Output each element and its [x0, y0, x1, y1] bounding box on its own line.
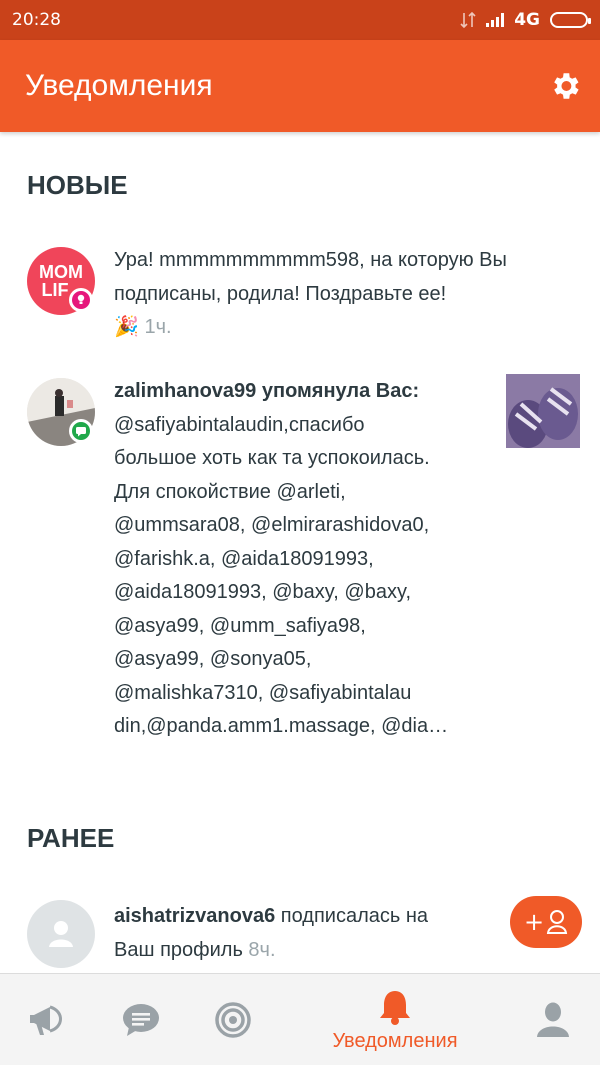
mention-body: @safiyabintalaudin,спасибо большое хоть …	[114, 409, 504, 744]
gear-icon[interactable]	[548, 69, 582, 103]
data-transfer-icon	[460, 11, 476, 29]
mention-line: @safiyabintalaudin,спасибо	[114, 413, 365, 436]
mention-line: din,@panda.amm1.massage, @dia…	[114, 715, 449, 737]
page-title: Уведомления	[25, 69, 213, 102]
notification-text: Ура! mmmmmmmmmm598, на которую Вы подпис…	[114, 244, 564, 345]
profile-icon	[537, 1002, 569, 1037]
notification-item[interactable]: zalimhanova99 упомянула Вас: @safiyabint…	[27, 374, 582, 746]
lightbulb-badge-icon	[69, 288, 93, 312]
notification-message: Ура! mmmmmmmmmm598, на которую Вы подпис…	[114, 249, 507, 305]
app-bar: Уведомления	[0, 40, 600, 132]
mention-line: @asya99, @sonya05,	[114, 648, 312, 670]
follow-back-button[interactable]: +	[510, 896, 582, 948]
notification-item[interactable]: MOM LIF Ура! mmmmmmmmmm598, на которую В…	[27, 244, 582, 344]
signal-icon	[486, 13, 505, 27]
bottom-nav: Уведомления	[0, 973, 600, 1065]
status-time: 20:28	[12, 10, 61, 30]
nav-item-notifications[interactable]: Уведомления	[310, 974, 480, 1065]
notification-action: упомянула Вас:	[261, 380, 420, 402]
notification-text: zalimhanova99 упомянула Вас: @safiyabint…	[114, 375, 504, 744]
party-icon: 🎉	[114, 316, 139, 338]
comment-badge-icon	[69, 419, 93, 443]
mention-line: @asya99, @umm_safiya98,	[114, 614, 366, 637]
notification-time: 8ч.	[248, 938, 276, 961]
nav-item-events[interactable]	[20, 974, 76, 1065]
nav-item-discover[interactable]	[205, 974, 261, 1065]
status-icons: 4G	[460, 10, 591, 30]
bell-icon	[380, 990, 410, 1025]
avatar-logo-text-2: LIF	[41, 280, 69, 300]
network-type: 4G	[514, 10, 540, 30]
mention-line: @malishka7310, @safiyabintalau	[114, 681, 412, 704]
target-icon	[215, 1002, 251, 1038]
megaphone-icon	[30, 1005, 62, 1035]
avatar-placeholder	[27, 900, 95, 968]
status-bar: 20:28 4G	[0, 0, 600, 40]
user-silhouette-icon	[49, 921, 73, 947]
chat-icon	[123, 1004, 159, 1036]
notification-text: aishatrizvanova6 подписалась на Ваш проф…	[114, 900, 494, 967]
mention-line: @aida18091993, @baxy, @baxy,	[114, 581, 412, 603]
notification-item[interactable]: aishatrizvanova6 подписалась на Ваш проф…	[27, 896, 582, 972]
nav-item-messages[interactable]	[113, 974, 169, 1065]
section-title-earlier: РАНЕЕ	[27, 823, 115, 853]
nav-label-notifications: Уведомления	[332, 1029, 458, 1052]
avatar-logo-text-1: MOM	[39, 262, 83, 282]
mention-line: большое хоть как та успокоилась.	[114, 447, 430, 469]
follow-plus-label: +	[523, 908, 545, 936]
mention-line: Для спокойствие @arleti,	[114, 480, 346, 503]
mention-line: @farishk.a, @aida18091993,	[114, 547, 374, 570]
add-user-icon	[546, 910, 568, 934]
notification-username[interactable]: aishatrizvanova6	[114, 905, 275, 927]
notification-username[interactable]: zalimhanova99	[114, 380, 256, 402]
notification-time: 1ч.	[144, 316, 172, 338]
section-title-new: НОВЫЕ	[27, 170, 128, 200]
notification-action-2: Ваш профиль	[114, 938, 243, 961]
mention-line: @ummsara08, @elmirarashidova0,	[114, 514, 430, 536]
post-thumbnail[interactable]	[506, 374, 580, 448]
battery-icon	[550, 12, 591, 28]
notification-action: подписалась на	[280, 905, 429, 927]
nav-item-profile[interactable]	[525, 974, 581, 1065]
